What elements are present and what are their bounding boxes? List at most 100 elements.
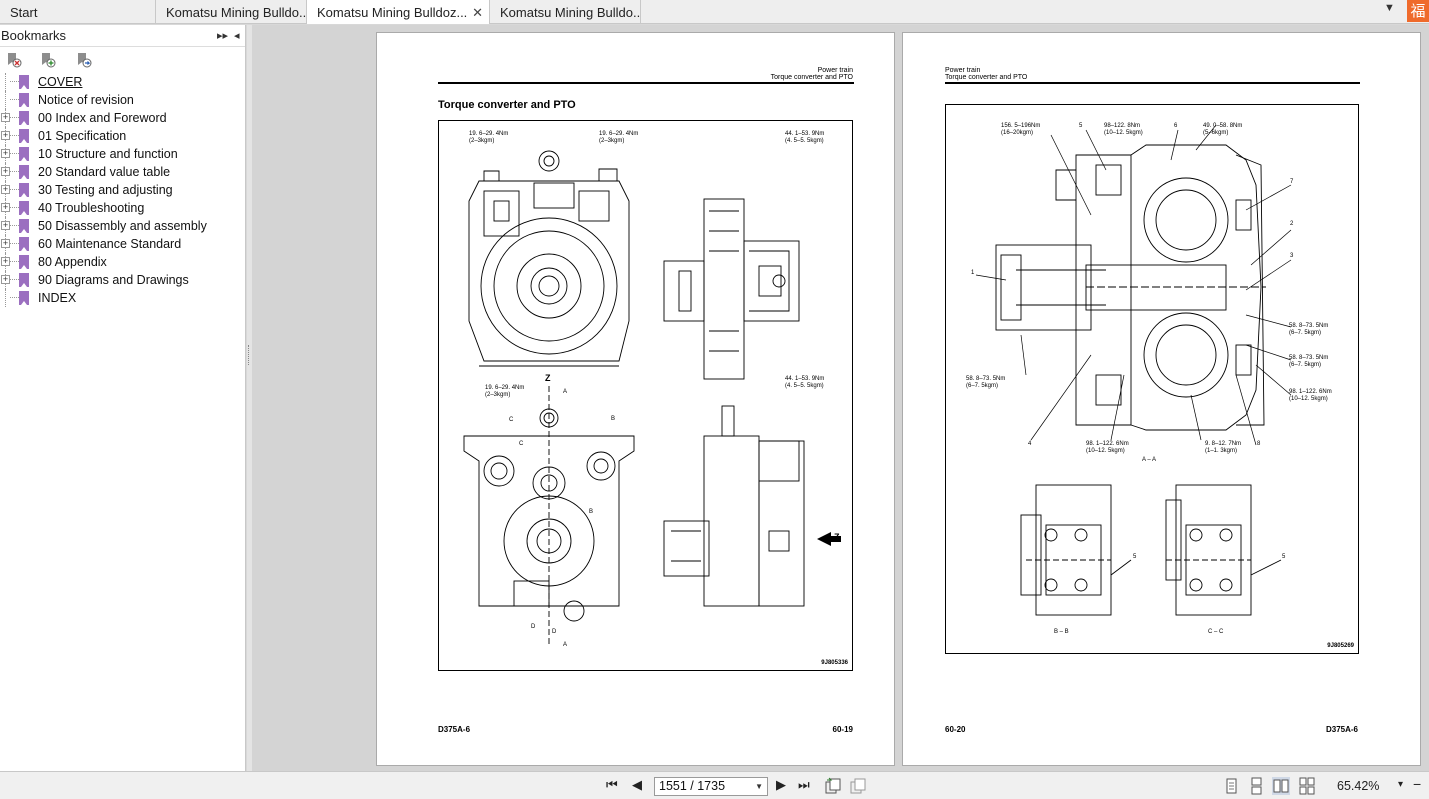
torque-converter-sections-figure: 156. 5–196Nm (16–20kgm) 98–122. 8Nm (10–… bbox=[945, 104, 1359, 654]
bookmark-icon bbox=[19, 93, 29, 107]
bookmark-goto-icon[interactable] bbox=[76, 52, 92, 68]
next-page-button[interactable]: ▶ bbox=[776, 778, 786, 793]
page-header-section: Power train bbox=[945, 67, 981, 74]
tab-document-1[interactable]: Komatsu Mining Bulldo... bbox=[156, 0, 307, 24]
tree-connector bbox=[10, 189, 19, 190]
tree-connector bbox=[10, 81, 19, 82]
tab-bar: Start Komatsu Mining Bulldo... Komatsu M… bbox=[0, 0, 1429, 24]
torque-callout: (5–6kgm) bbox=[1203, 130, 1229, 136]
tree-connector bbox=[10, 261, 19, 262]
tree-connector bbox=[10, 279, 19, 280]
zoom-level[interactable]: 65.42% bbox=[1337, 779, 1379, 793]
chevron-down-icon[interactable]: ▼ bbox=[755, 778, 763, 795]
part-number-label: 5 bbox=[1079, 123, 1083, 129]
view-label-z: Z bbox=[834, 532, 840, 542]
bookmark-label: 60 Maintenance Standard bbox=[38, 237, 182, 251]
collapse-panel-icon[interactable]: ◂ bbox=[234, 25, 240, 47]
next-view-icon[interactable] bbox=[849, 777, 867, 795]
document-viewport[interactable]: Power train Torque converter and PTO Tor… bbox=[252, 25, 1429, 771]
bookmark-item[interactable]: INDEX bbox=[0, 289, 245, 307]
bookmark-item[interactable]: COVER bbox=[0, 73, 245, 91]
bookmark-icon bbox=[19, 291, 29, 305]
part-number-label: 1 bbox=[971, 270, 975, 276]
part-number-label: 6 bbox=[1174, 123, 1178, 129]
single-page-view-icon[interactable] bbox=[1222, 777, 1240, 795]
expand-node-icon[interactable]: + bbox=[1, 113, 10, 122]
bookmark-icon bbox=[19, 183, 29, 197]
torque-callout: 19. 6–29. 4Nm bbox=[599, 131, 639, 137]
continuous-view-icon[interactable] bbox=[1247, 777, 1265, 795]
bookmark-label: 40 Troubleshooting bbox=[38, 201, 145, 215]
tab-label: Komatsu Mining Bulldoz... bbox=[317, 5, 468, 20]
page-number-field[interactable]: 1551 / 1735 ▼ bbox=[654, 777, 768, 796]
torque-callout: (2–3kgm) bbox=[599, 138, 625, 144]
pdf-reader-window: Start Komatsu Mining Bulldo... Komatsu M… bbox=[0, 0, 1429, 799]
torque-callout: (6–7. 5kgm) bbox=[1289, 362, 1322, 368]
bookmark-item[interactable]: +10 Structure and function bbox=[0, 145, 245, 163]
bookmark-item[interactable]: +20 Standard value table bbox=[0, 163, 245, 181]
tab-start[interactable]: Start bbox=[0, 0, 156, 24]
part-number-label: 3 bbox=[1290, 253, 1294, 259]
tab-list-dropdown-icon[interactable]: ▼ bbox=[1384, 2, 1395, 14]
bookmark-add-icon[interactable] bbox=[40, 52, 56, 68]
brand-logo-icon[interactable]: 福 bbox=[1407, 0, 1429, 22]
first-page-button[interactable]: ⏮ bbox=[606, 778, 618, 793]
bookmark-item[interactable]: Notice of revision bbox=[0, 91, 245, 109]
previous-page-button[interactable]: ◀ bbox=[632, 778, 642, 793]
expand-node-icon[interactable]: + bbox=[1, 167, 10, 176]
view-label-z: Z bbox=[545, 373, 551, 383]
tab-label: Komatsu Mining Bulldo... bbox=[500, 5, 641, 20]
bookmark-icon bbox=[19, 219, 29, 233]
tree-connector bbox=[10, 99, 19, 100]
bookmark-label: 01 Specification bbox=[38, 129, 127, 143]
torque-callout: 98. 1–122. 6Nm bbox=[1289, 389, 1332, 395]
continuous-facing-view-icon[interactable] bbox=[1298, 777, 1316, 795]
bookmark-item[interactable]: +90 Diagrams and Drawings bbox=[0, 271, 245, 289]
zoom-menu-icon[interactable]: ▾ bbox=[1398, 779, 1403, 790]
bookmark-item[interactable]: +40 Troubleshooting bbox=[0, 199, 245, 217]
bookmark-item[interactable]: +00 Index and Foreword bbox=[0, 109, 245, 127]
bookmark-item[interactable]: +60 Maintenance Standard bbox=[0, 235, 245, 253]
header-rule bbox=[438, 82, 854, 84]
bookmark-icon bbox=[19, 129, 29, 143]
bookmark-icon bbox=[19, 111, 29, 125]
tree-connector bbox=[10, 171, 19, 172]
tree-connector bbox=[10, 207, 19, 208]
bookmark-item[interactable]: +30 Testing and adjusting bbox=[0, 181, 245, 199]
previous-view-icon[interactable] bbox=[824, 777, 842, 795]
page-footer-number: 60-19 bbox=[832, 725, 853, 734]
status-bar: ⏮ ◀ 1551 / 1735 ▼ ▶ ⏭ 65.42% ▾ − bbox=[0, 771, 1429, 799]
zoom-out-button[interactable]: − bbox=[1413, 776, 1421, 792]
section-caption-aa: A – A bbox=[1142, 457, 1157, 463]
expand-node-icon[interactable]: + bbox=[1, 257, 10, 266]
tree-connector bbox=[10, 297, 19, 298]
expand-node-icon[interactable]: + bbox=[1, 221, 10, 230]
expand-node-icon[interactable]: + bbox=[1, 275, 10, 284]
expand-node-icon[interactable]: + bbox=[1, 239, 10, 248]
last-page-button[interactable]: ⏭ bbox=[798, 778, 810, 793]
bookmark-icon bbox=[19, 255, 29, 269]
expand-node-icon[interactable]: + bbox=[1, 203, 10, 212]
bookmark-icon bbox=[19, 237, 29, 251]
part-number-label: 2 bbox=[1290, 221, 1294, 227]
expand-node-icon[interactable]: + bbox=[1, 149, 10, 158]
bookmark-label: 30 Testing and adjusting bbox=[38, 183, 173, 197]
bookmark-item[interactable]: +50 Disassembly and assembly bbox=[0, 217, 245, 235]
expand-panel-icon[interactable]: ▸▸ bbox=[217, 25, 228, 47]
bookmark-delete-icon[interactable] bbox=[6, 52, 22, 68]
expand-node-icon[interactable]: + bbox=[1, 131, 10, 140]
tree-connector bbox=[10, 135, 19, 136]
bookmark-item[interactable]: +80 Appendix bbox=[0, 253, 245, 271]
expand-node-icon[interactable]: + bbox=[1, 185, 10, 194]
bookmark-item[interactable]: +01 Specification bbox=[0, 127, 245, 145]
close-icon[interactable]: ✕ bbox=[472, 0, 483, 24]
facing-pages-view-icon[interactable] bbox=[1272, 777, 1290, 795]
section-label-c: C bbox=[519, 441, 524, 447]
torque-callout: (1–1. 3kgm) bbox=[1205, 448, 1238, 454]
tab-document-2-active[interactable]: Komatsu Mining Bulldoz... ✕ bbox=[307, 0, 490, 24]
page-footer-model: D375A-6 bbox=[1325, 725, 1358, 734]
view-arrow-z bbox=[817, 532, 831, 546]
splitter-grip-icon[interactable] bbox=[248, 345, 251, 365]
tab-document-3[interactable]: Komatsu Mining Bulldo... bbox=[490, 0, 641, 24]
bookmarks-panel: Bookmarks ▸▸ ◂ COVER Notice of revision +0… bbox=[0, 25, 246, 771]
